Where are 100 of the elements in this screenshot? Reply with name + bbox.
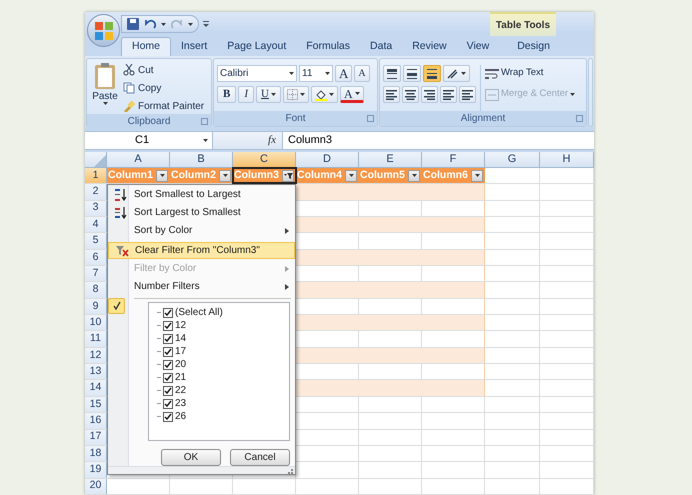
save-icon[interactable] <box>127 18 139 30</box>
value-label: 17 <box>175 346 186 356</box>
bold-button[interactable]: B <box>217 86 236 103</box>
row-header[interactable]: 16 <box>85 413 107 428</box>
row-header[interactable]: 8 <box>85 282 107 298</box>
align-left-button[interactable] <box>383 86 400 103</box>
customize-toolbar-icon[interactable] <box>203 21 209 27</box>
row-header[interactable]: 18 <box>85 446 107 462</box>
checkbox[interactable] <box>163 372 173 382</box>
row-header[interactable]: 17 <box>85 430 107 445</box>
italic-button[interactable]: I <box>238 86 254 103</box>
submenu-arrow-icon <box>285 266 289 272</box>
decrease-indent-button[interactable] <box>440 86 457 103</box>
contextual-tab-header: Table Tools <box>490 12 556 36</box>
checkbox[interactable] <box>163 334 173 344</box>
paste-button[interactable]: Paste <box>90 62 120 105</box>
filter-button[interactable] <box>345 170 357 182</box>
row-header[interactable]: 11 <box>85 331 107 347</box>
ribbon-tab[interactable]: Design <box>507 37 560 56</box>
checkbox[interactable] <box>163 412 173 422</box>
undo-icon[interactable] <box>144 19 156 29</box>
filter-button[interactable] <box>471 170 483 182</box>
checkbox[interactable] <box>163 360 173 370</box>
row-header[interactable]: 6 <box>85 250 107 266</box>
align-middle-button[interactable] <box>403 65 421 82</box>
format-painter-button[interactable]: Format Painter <box>123 98 204 114</box>
checkbox[interactable] <box>163 346 173 356</box>
merge-cells-icon <box>485 88 499 100</box>
filter-funnel-icon <box>284 172 292 180</box>
row-header[interactable]: 20 <box>85 478 107 494</box>
menu-item[interactable]: Sort by Color <box>108 222 295 239</box>
align-bottom-button[interactable] <box>423 65 441 82</box>
ok-button[interactable]: OK <box>161 449 221 466</box>
ribbon-tab[interactable]: Review <box>402 37 457 56</box>
ribbon-tab[interactable]: Insert <box>171 37 218 56</box>
checkbox[interactable] <box>163 386 173 396</box>
row-header[interactable]: 9 <box>85 298 107 314</box>
menu-item[interactable]: Sort Largest to Smallest <box>108 204 295 221</box>
filter-button[interactable] <box>282 170 294 182</box>
row-header[interactable]: 1 <box>85 168 107 184</box>
office-logo-icon <box>94 22 112 40</box>
align-right-button[interactable] <box>421 86 438 103</box>
font-color-button[interactable]: A <box>340 86 364 103</box>
menu-item[interactable]: Clear Filter From "Column3" <box>108 242 295 259</box>
cancel-button[interactable]: Cancel <box>230 449 290 466</box>
row-header[interactable]: 14 <box>85 380 107 396</box>
formula-field[interactable]: Column3 <box>283 132 594 149</box>
checkbox[interactable] <box>163 320 173 330</box>
column-header[interactable]: A <box>107 152 170 167</box>
sort-ascending-icon <box>114 188 128 202</box>
column-header[interactable]: E <box>359 152 422 167</box>
row-header[interactable]: 12 <box>85 348 107 364</box>
scissors-icon <box>123 64 135 76</box>
row-header[interactable]: 7 <box>85 266 107 282</box>
group-label: Font <box>285 112 306 126</box>
row-header[interactable]: 13 <box>85 364 107 380</box>
alignment-lines-icon <box>387 68 397 78</box>
borders-icon <box>286 89 298 100</box>
column-header[interactable]: F <box>422 152 485 167</box>
ribbon-tab[interactable]: Page Layout <box>217 37 296 56</box>
dropdown-caret-icon <box>325 72 330 75</box>
ribbon-tab[interactable]: View <box>456 37 500 56</box>
font-name-field[interactable]: Calibri <box>217 65 297 82</box>
filter-button[interactable] <box>408 170 420 182</box>
row-header[interactable]: 3 <box>85 200 107 216</box>
fill-color-button[interactable] <box>310 86 338 103</box>
checkbox[interactable] <box>163 398 173 408</box>
column-header[interactable]: H <box>540 152 594 167</box>
row-header[interactable]: 19 <box>85 462 107 478</box>
menu-item[interactable]: Sort Smallest to Largest <box>108 186 295 203</box>
row-header[interactable]: 5 <box>85 233 107 249</box>
shrink-font-button[interactable]: A <box>354 65 370 82</box>
increase-indent-button[interactable] <box>459 86 476 103</box>
align-top-button[interactable] <box>383 65 401 82</box>
ribbon-tab[interactable]: Data <box>360 37 402 56</box>
value-label: 20 <box>175 360 186 370</box>
filter-button[interactable] <box>156 170 168 182</box>
office-button[interactable] <box>87 14 120 47</box>
wrap-text-button[interactable]: Wrap Text <box>485 65 576 82</box>
ribbon-tab[interactable]: Formulas <box>296 37 360 56</box>
center-button[interactable] <box>402 86 419 103</box>
value-label: 12 <box>175 320 186 330</box>
cut-button[interactable]: Cut <box>123 62 204 78</box>
insert-function-label[interactable]: fx <box>268 132 276 149</box>
row-header[interactable]: 4 <box>85 217 107 232</box>
copy-button[interactable]: Copy <box>123 80 204 96</box>
row-header[interactable]: 10 <box>85 315 107 330</box>
filter-button[interactable] <box>219 170 231 182</box>
font-size-field[interactable]: 11 <box>299 65 333 82</box>
checkbox[interactable] <box>163 308 173 318</box>
orientation-button[interactable] <box>443 65 470 82</box>
column-header[interactable]: G <box>485 152 540 167</box>
row-header[interactable]: 15 <box>85 396 107 412</box>
ribbon-tab[interactable]: Home <box>121 37 172 56</box>
row-header[interactable]: 2 <box>85 184 107 200</box>
grow-font-button[interactable]: A <box>335 65 352 82</box>
menu-item[interactable]: Number Filters <box>108 278 295 295</box>
underline-button[interactable]: U <box>256 86 281 103</box>
borders-button[interactable] <box>282 86 309 103</box>
column-header[interactable]: C <box>233 152 296 167</box>
